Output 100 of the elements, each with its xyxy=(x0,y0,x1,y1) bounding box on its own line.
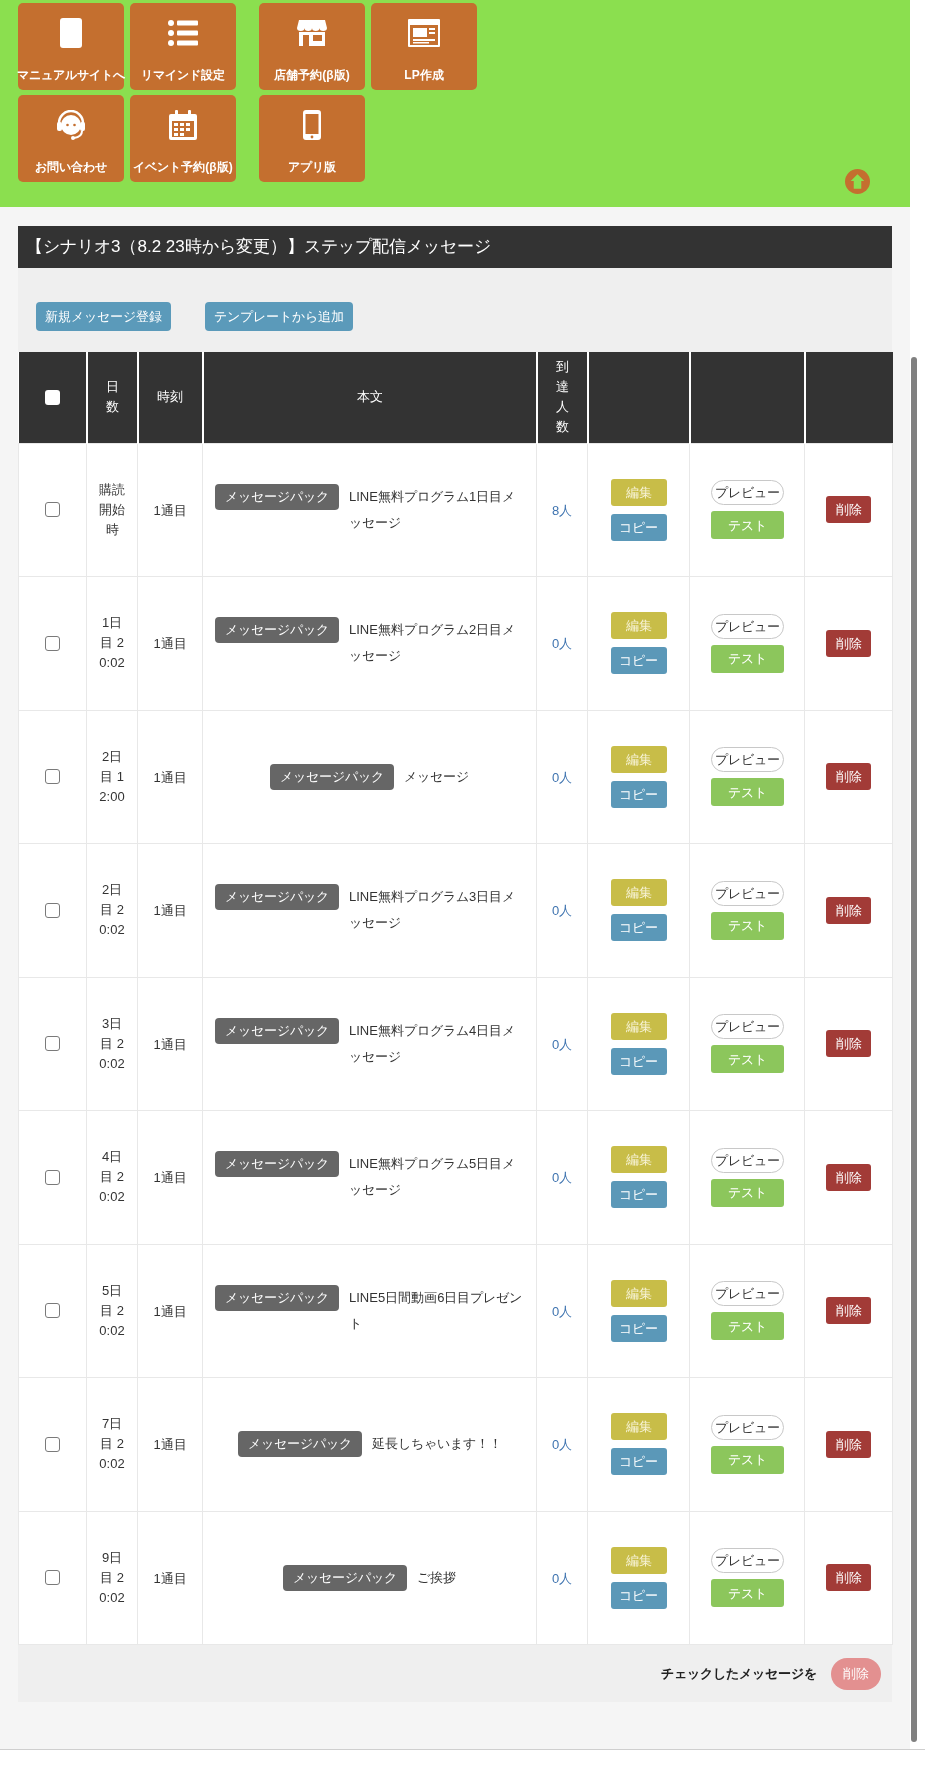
book-icon xyxy=(59,18,83,48)
shortcut-tile[interactable]: イベント予約(β版) xyxy=(130,95,236,182)
test-button[interactable]: テスト xyxy=(710,911,784,940)
tag-badge: メッセージパック xyxy=(215,1151,339,1178)
edit-button[interactable]: 編集 xyxy=(610,745,667,773)
copy-button[interactable]: コピー xyxy=(610,647,667,675)
copy-button[interactable]: コピー xyxy=(610,914,667,942)
test-button[interactable]: テスト xyxy=(710,511,784,540)
shortcut-tile[interactable]: リマインド設定 xyxy=(130,3,236,90)
reached-count: 0人 xyxy=(551,1570,573,1586)
shortcut-tile[interactable]: 店舗予約(β版) xyxy=(259,3,365,90)
panel-title: 【シナリオ3（8.2 23時から変更）】ステップ配信メッセージ xyxy=(26,236,491,259)
row-checkbox[interactable] xyxy=(45,1036,60,1052)
tag-badge: メッセージパック xyxy=(215,617,339,644)
copy-button[interactable]: コピー xyxy=(610,1448,667,1476)
delete-button[interactable]: 削除 xyxy=(826,629,871,657)
preview-button[interactable]: プレビュー xyxy=(710,613,784,639)
delete-button[interactable]: 削除 xyxy=(826,896,871,924)
edit-button[interactable]: 編集 xyxy=(610,879,667,907)
test-button[interactable]: テスト xyxy=(710,1445,784,1474)
delete-button[interactable]: 削除 xyxy=(826,496,871,524)
test-button[interactable]: テスト xyxy=(710,1178,784,1207)
day-label: 3日目 20:02 xyxy=(98,1014,126,1073)
reached-count: 0人 xyxy=(551,1170,573,1186)
copy-button[interactable]: コピー xyxy=(610,1314,667,1342)
preview-button[interactable]: プレビュー xyxy=(710,1548,784,1574)
reached-count: 0人 xyxy=(551,903,573,919)
delete-button[interactable]: 削除 xyxy=(826,1430,871,1458)
preview-button[interactable]: プレビュー xyxy=(710,480,784,506)
edit-button[interactable]: 編集 xyxy=(610,612,667,640)
message-text: LINE無料プログラム3日目メッセージ xyxy=(349,888,517,933)
tag-badge: メッセージパック xyxy=(283,1564,407,1591)
row-checkbox[interactable] xyxy=(45,635,60,651)
day-label: 1日目 20:02 xyxy=(98,614,126,673)
preview-button[interactable]: プレビュー xyxy=(710,1281,784,1307)
edit-button[interactable]: 編集 xyxy=(610,1546,667,1574)
edit-button[interactable]: 編集 xyxy=(610,1146,667,1174)
order-label: 1通目 xyxy=(153,769,187,785)
select-all-checkbox[interactable] xyxy=(44,389,60,405)
delete-button[interactable]: 削除 xyxy=(826,1564,871,1592)
up-arrow-circle-icon[interactable] xyxy=(845,169,870,194)
edit-button[interactable]: 編集 xyxy=(610,1279,667,1307)
test-button[interactable]: テスト xyxy=(710,1579,784,1608)
delete-button[interactable]: 削除 xyxy=(826,1297,871,1325)
row-checkbox[interactable] xyxy=(45,902,60,918)
row-checkbox[interactable] xyxy=(45,769,60,785)
browser-window-icon xyxy=(408,19,440,47)
row-checkbox[interactable] xyxy=(45,1303,60,1319)
row-checkbox[interactable] xyxy=(45,1169,60,1185)
copy-button[interactable]: コピー xyxy=(610,1181,667,1209)
day-label: 9日目 20:02 xyxy=(98,1548,126,1607)
tag-badge: メッセージパック xyxy=(215,483,339,510)
delete-button[interactable]: 削除 xyxy=(826,1163,871,1191)
column-header: 時刻 xyxy=(157,388,183,407)
row-checkbox[interactable] xyxy=(45,1570,60,1586)
message-text: LINE5日間動画6日目プレゼント xyxy=(349,1288,524,1333)
preview-button[interactable]: プレビュー xyxy=(710,880,784,906)
preview-button[interactable]: プレビュー xyxy=(710,1014,784,1040)
edit-button[interactable]: 編集 xyxy=(610,1012,667,1040)
tag-badge: メッセージパック xyxy=(215,884,339,911)
store-icon xyxy=(297,20,327,46)
delete-button[interactable]: 削除 xyxy=(826,763,871,791)
copy-button[interactable]: コピー xyxy=(610,1047,667,1075)
delete-button[interactable]: 削除 xyxy=(826,1030,871,1058)
preview-button[interactable]: プレビュー xyxy=(710,1414,784,1440)
day-label: 5日目 20:02 xyxy=(98,1281,126,1340)
row-checkbox[interactable] xyxy=(45,502,60,518)
row-checkbox[interactable] xyxy=(45,1436,60,1452)
preview-button[interactable]: プレビュー xyxy=(710,1147,784,1173)
footer-label: チェックしたメッセージを xyxy=(661,1664,817,1683)
copy-button[interactable]: コピー xyxy=(610,513,667,541)
test-button[interactable]: テスト xyxy=(710,778,784,807)
order-label: 1通目 xyxy=(153,1036,187,1052)
order-label: 1通目 xyxy=(153,1170,187,1186)
headset-icon xyxy=(56,110,86,140)
smartphone-icon xyxy=(303,110,321,140)
day-label: 購読開始時 xyxy=(98,480,126,539)
edit-button[interactable]: 編集 xyxy=(610,1413,667,1441)
scrollbar-thumb[interactable] xyxy=(911,357,917,1742)
test-button[interactable]: テスト xyxy=(710,644,784,673)
edit-button[interactable]: 編集 xyxy=(610,478,667,506)
test-button[interactable]: テスト xyxy=(710,1312,784,1341)
shortcut-tile[interactable]: お問い合わせ xyxy=(18,95,124,182)
copy-button[interactable]: コピー xyxy=(610,1581,667,1609)
tag-badge: メッセージパック xyxy=(215,1017,339,1044)
tag-badge: メッセージパック xyxy=(215,1284,339,1311)
reached-count: 0人 xyxy=(551,1303,573,1319)
shortcut-tile[interactable]: アプリ版 xyxy=(259,95,365,182)
day-label: 2日目 12:00 xyxy=(98,747,126,806)
copy-button[interactable]: コピー xyxy=(610,780,667,808)
toolbar-button[interactable]: 新規メッセージ登録 xyxy=(36,302,171,331)
preview-button[interactable]: プレビュー xyxy=(710,747,784,773)
message-text: LINE無料プログラム5日目メッセージ xyxy=(349,1155,517,1200)
toolbar-button[interactable]: テンプレートから追加 xyxy=(205,302,353,331)
test-button[interactable]: テスト xyxy=(710,1045,784,1074)
shortcut-tile[interactable]: マニュアルサイトへ xyxy=(18,3,124,90)
column-header: 本文 xyxy=(356,388,383,407)
column-header: 到達人数 xyxy=(555,358,569,437)
shortcut-tile[interactable]: LP作成 xyxy=(371,3,477,90)
reached-count: 0人 xyxy=(551,1437,573,1453)
